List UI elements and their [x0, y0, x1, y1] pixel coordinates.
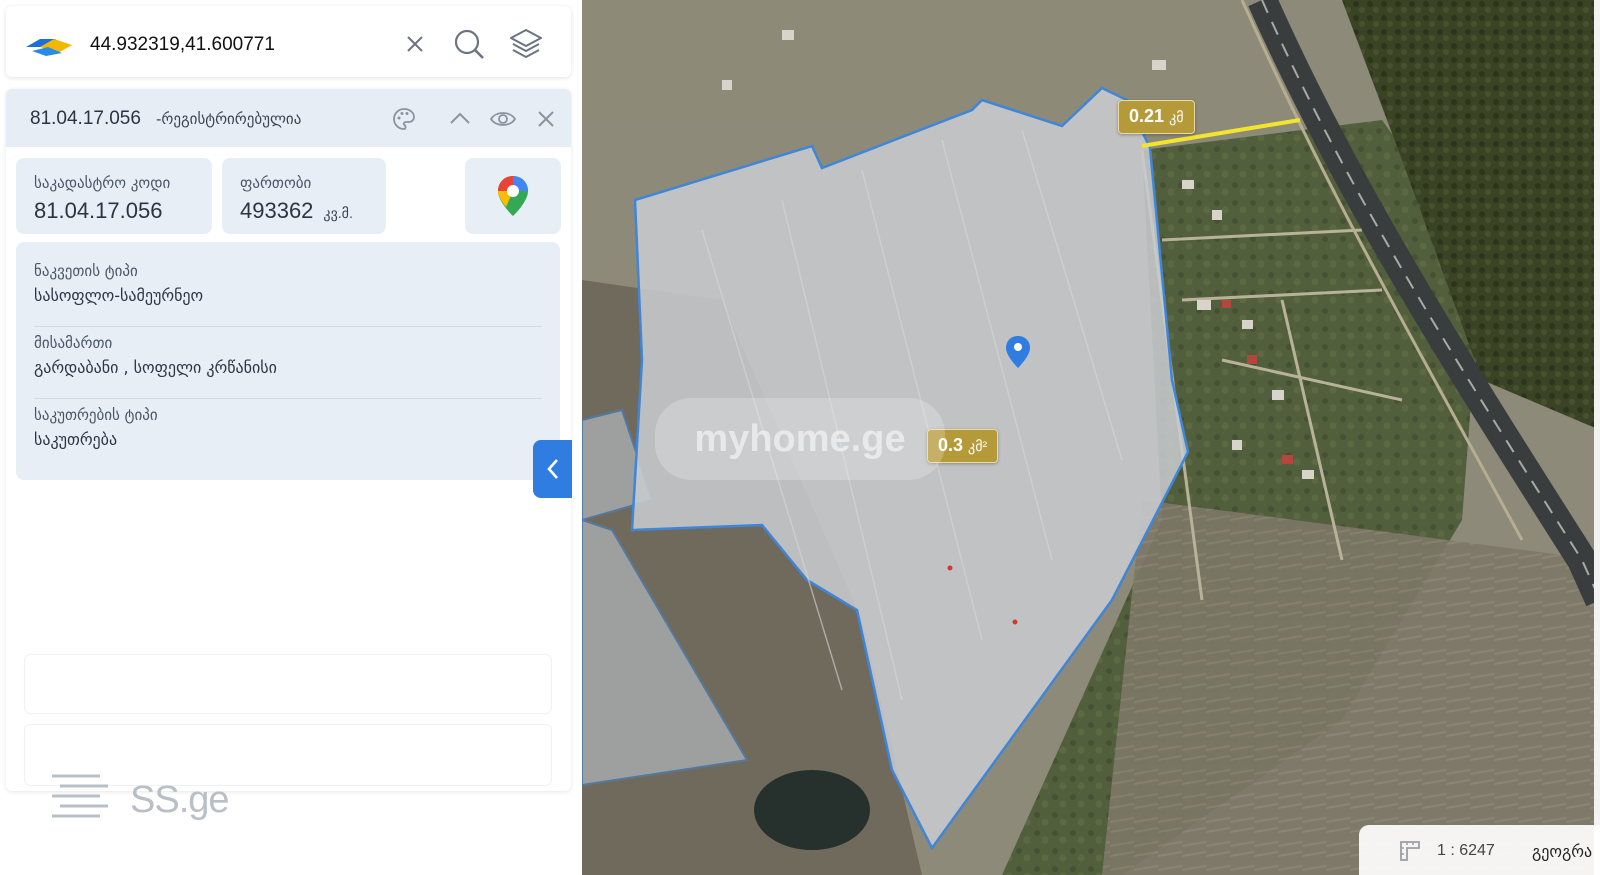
parcel-code: 81.04.17.056: [30, 108, 141, 129]
close-icon[interactable]: [402, 31, 428, 57]
quarry-pond: [754, 770, 870, 850]
area-measure-unit: კმ²: [968, 438, 988, 454]
cadastral-code-value: 81.04.17.056: [34, 198, 163, 223]
parcel-type-label: ნაკვეთის ტიპი: [34, 262, 138, 280]
address-row: მისამართი გარდაბანი , სოფელი კრწანისი: [34, 334, 542, 377]
distance-value: 0.21: [1129, 106, 1165, 126]
ownership-type-label: საკუთრების ტიპი: [34, 406, 158, 424]
area-unit: კვ.მ.: [323, 205, 353, 221]
search-bar: [6, 6, 571, 77]
myhome-watermark-text: myhome.ge: [694, 417, 906, 460]
ruler-icon[interactable]: [1399, 840, 1421, 862]
ownership-row: საკუთრების ტიპი საკუთრება: [34, 406, 542, 449]
app-window: 81.04.17.056 -რეგისტრირებულია საკადასტრო…: [0, 0, 1600, 875]
distance-unit: კმ: [1169, 109, 1184, 125]
search-icon[interactable]: [450, 25, 488, 63]
layers-icon[interactable]: [506, 24, 546, 64]
collapse-panel-button[interactable]: [533, 440, 572, 498]
cadastral-code-label: საკადასტრო კოდი: [34, 174, 171, 192]
map-edge: [1594, 0, 1600, 875]
area-value: 493362: [240, 198, 314, 223]
ss-ge-logo-text: SS.ge: [130, 779, 230, 821]
parcel-card-header: 81.04.17.056 -რეგისტრირებულია: [6, 89, 571, 147]
chevron-up-icon[interactable]: [446, 105, 474, 133]
distance-measure-badge[interactable]: 0.21 კმ: [1118, 100, 1195, 134]
map-point: [947, 565, 953, 571]
divider: [34, 326, 542, 327]
chevron-left-icon: [546, 459, 558, 479]
area-label: ფართობი: [240, 174, 312, 192]
address-label: მისამართი: [34, 334, 113, 352]
map-scale-bar: 1 : 6247 გეოგრა: [1359, 825, 1600, 875]
farmland-south: [1102, 500, 1600, 875]
google-maps-button[interactable]: [465, 158, 561, 234]
empty-panel-section: [24, 654, 552, 714]
map-point: [1012, 619, 1018, 625]
address-value: გარდაბანი , სოფელი კრწანისი: [34, 358, 277, 377]
area-tile: ფართობი 493362 კვ.მ.: [222, 158, 386, 234]
area-value-row: 493362 კვ.მ.: [240, 198, 353, 224]
parcel-type-row: ნაკვეთის ტიპი სასოფლო-სამეურნეო: [34, 262, 542, 305]
registration-status: -რეგისტრირებულია: [156, 110, 302, 128]
myhome-watermark: myhome.ge: [655, 398, 945, 480]
coordinate-search-input[interactable]: [90, 30, 400, 60]
ownership-type-value: საკუთრება: [34, 430, 118, 449]
cadastral-code-tile: საკადასტრო კოდი 81.04.17.056: [16, 158, 212, 234]
map-language-label[interactable]: გეოგრა: [1532, 842, 1592, 861]
eye-icon[interactable]: [488, 105, 518, 133]
side-panel: 81.04.17.056 -რეგისტრირებულია საკადასტრო…: [0, 0, 582, 875]
divider: [34, 398, 542, 399]
parcel-details: ნაკვეთის ტიპი სასოფლო-სამეურნეო მისამართ…: [16, 242, 560, 480]
ss-ge-lines-icon: [52, 774, 108, 818]
ss-ge-logo: SS.ge: [50, 768, 250, 828]
parcel-type-value: სასოფლო-სამეურნეო: [34, 286, 204, 305]
google-maps-pin-icon: [498, 176, 528, 216]
map-scale: 1 : 6247: [1437, 842, 1495, 859]
close-icon[interactable]: [532, 105, 560, 133]
napr-logo-icon: [26, 39, 72, 56]
palette-icon[interactable]: [390, 105, 418, 133]
